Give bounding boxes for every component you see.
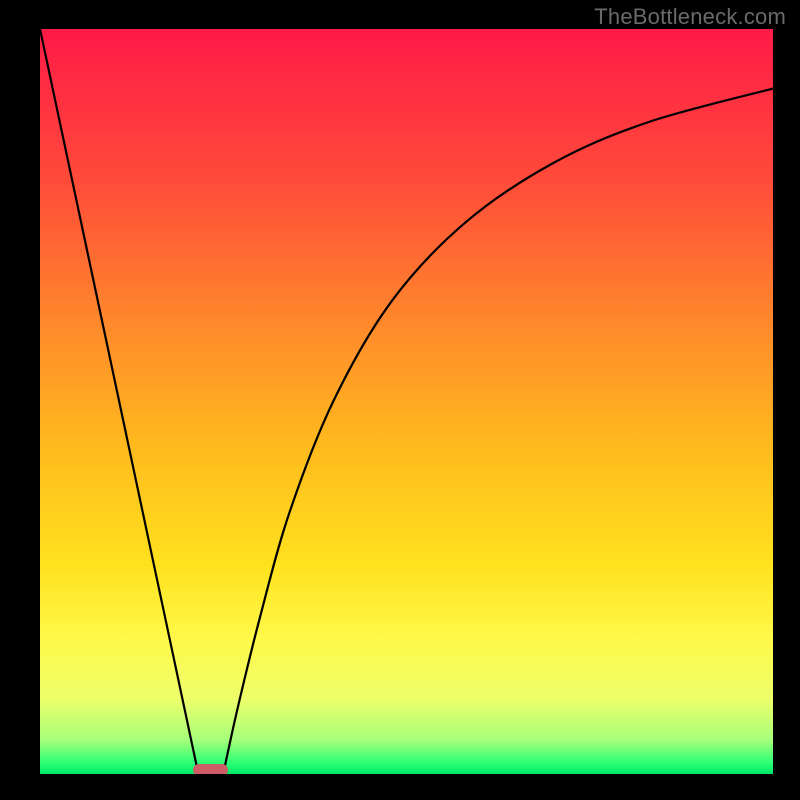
plot-area	[40, 29, 773, 774]
left-slope-line	[40, 29, 198, 770]
curve-layer	[40, 29, 773, 774]
right-curve-line	[224, 89, 773, 771]
bottom-marker-pill	[193, 764, 228, 774]
chart-frame: TheBottleneck.com	[0, 0, 800, 800]
watermark-text: TheBottleneck.com	[594, 4, 786, 30]
